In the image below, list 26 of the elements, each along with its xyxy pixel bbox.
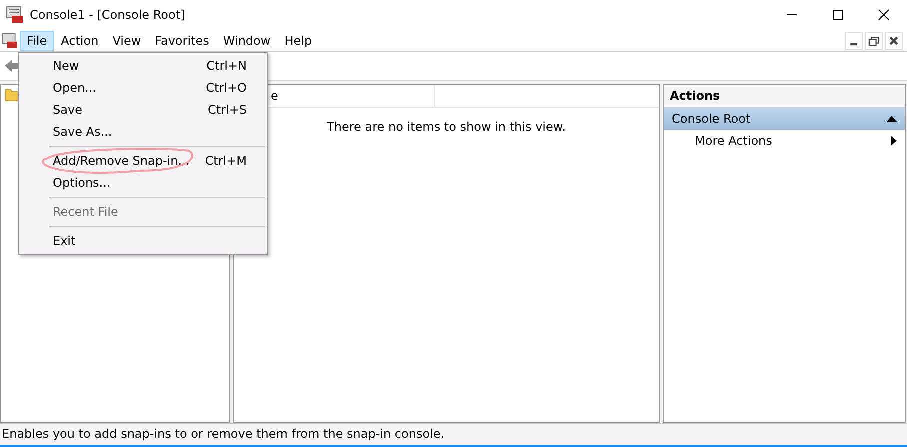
status-bar: Enables you to add snap-ins to or remove them from the snap-in console. <box>0 423 907 447</box>
app-icon <box>6 6 24 24</box>
window-title: Console1 - [Console Root] <box>30 8 186 22</box>
menu-entry[interactable]: Save As... <box>19 121 267 143</box>
menu-entry[interactable]: New Ctrl+N <box>19 55 267 77</box>
close-icon[interactable] <box>878 9 890 21</box>
menu-item[interactable]: Help <box>278 30 320 50</box>
actions-header: Actions <box>664 85 905 108</box>
menu-item[interactable]: Action <box>54 30 106 50</box>
maximize-icon[interactable] <box>832 9 844 21</box>
restore-icon[interactable] <box>865 32 883 50</box>
menu-item[interactable]: Window <box>216 30 278 50</box>
collapse-icon <box>887 116 897 122</box>
submenu-arrow-icon <box>891 136 897 146</box>
action-item[interactable]: More Actions <box>664 130 905 152</box>
menu-entry[interactable]: Options... <box>19 172 267 194</box>
back-arrow-icon[interactable] <box>4 59 20 73</box>
menu-entry[interactable]: Exit <box>19 230 267 252</box>
menu-item[interactable]: Favorites <box>148 30 216 50</box>
empty-message: There are no items to show in this view. <box>326 120 567 134</box>
app-icon <box>2 32 18 48</box>
menu-item[interactable]: File <box>20 30 54 50</box>
actions-section[interactable]: Console Root <box>664 108 905 130</box>
menu-entry[interactable]: Add/Remove Snap-in... Ctrl+M <box>19 150 267 172</box>
menu-item[interactable]: View <box>106 30 148 50</box>
minimize-icon[interactable] <box>845 32 863 50</box>
